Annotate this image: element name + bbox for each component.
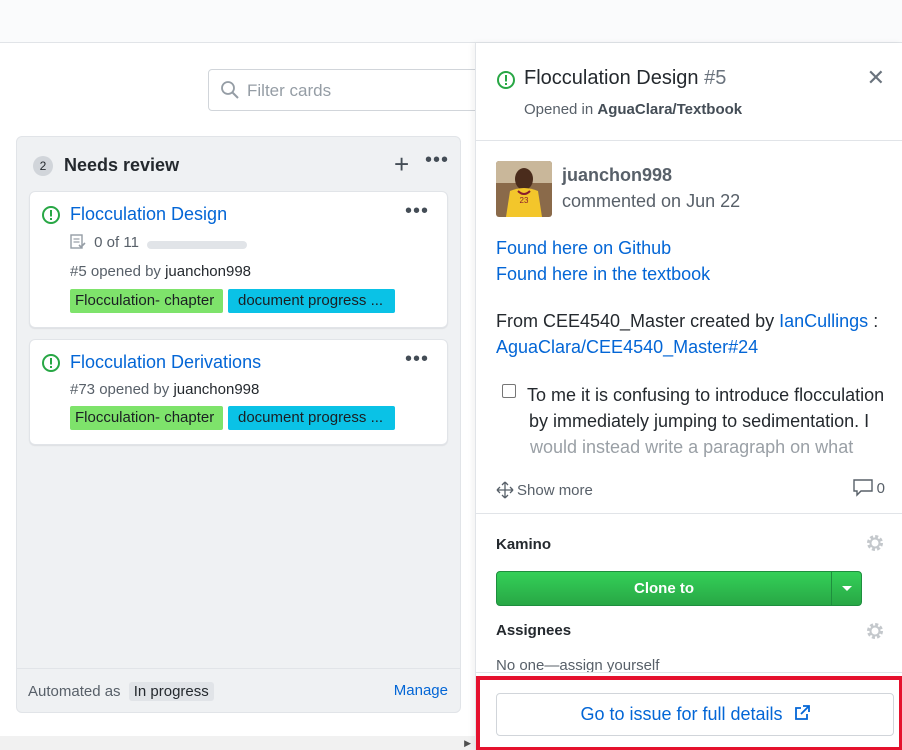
card-meta: #5 opened by juanchon998 bbox=[70, 263, 251, 280]
reference-link[interactable]: AguaClara/CEE4540_Master#24 bbox=[496, 337, 758, 358]
gear-icon[interactable] bbox=[865, 621, 885, 641]
meta-prefix: #73 opened by bbox=[70, 381, 174, 398]
label-flocculation-chapter[interactable]: Flocculation- chapter bbox=[70, 289, 223, 313]
checklist-icon bbox=[70, 234, 86, 249]
card-title-link[interactable]: Flocculation Derivations bbox=[70, 352, 261, 373]
card-menu-icon[interactable]: ••• bbox=[405, 348, 429, 371]
card-labels: Flocculation- chapter document progress … bbox=[70, 406, 395, 430]
progress-bar bbox=[147, 241, 247, 249]
issue-card[interactable]: Flocculation Design ••• 0 of 11 #5 opene… bbox=[29, 191, 448, 328]
plus-icon[interactable]: + bbox=[394, 151, 409, 177]
opened-prefix: Opened in bbox=[524, 101, 598, 118]
task-text: To me it is confusing to introduce flocc… bbox=[527, 382, 887, 460]
comment-icon bbox=[852, 479, 873, 497]
opened-in: Opened in AguaClara/Textbook bbox=[524, 101, 742, 118]
comment-author[interactable]: juanchon998 bbox=[562, 165, 672, 186]
card-labels: Flocculation- chapter document progress … bbox=[70, 289, 395, 313]
filter-cards-input[interactable] bbox=[247, 78, 497, 104]
clone-to-button[interactable]: Clone to bbox=[497, 572, 831, 605]
task-line-faded: would instead write a paragraph on what bbox=[530, 437, 854, 457]
card-menu-icon[interactable]: ••• bbox=[405, 200, 429, 223]
divider bbox=[476, 513, 902, 514]
column-title: Needs review bbox=[64, 155, 180, 175]
avatar[interactable]: 23 bbox=[496, 161, 552, 217]
gear-icon[interactable] bbox=[865, 533, 885, 553]
assignees-title: Assignees bbox=[496, 622, 572, 639]
author-link[interactable]: juanchon998 bbox=[165, 263, 251, 280]
clone-dropdown-button[interactable] bbox=[832, 572, 862, 605]
author-link[interactable]: juanchon998 bbox=[173, 381, 259, 398]
external-link-icon bbox=[794, 705, 810, 720]
textbook-link[interactable]: Found here in the textbook bbox=[496, 264, 710, 285]
top-bar bbox=[0, 0, 902, 43]
go-to-issue-button[interactable]: Go to issue for full details bbox=[496, 693, 894, 736]
column-footer: Automated as In progress Manage bbox=[17, 668, 460, 712]
show-more-label: Show more bbox=[517, 482, 593, 499]
from-user-link[interactable]: IanCullings bbox=[779, 311, 868, 331]
github-link[interactable]: Found here on Github bbox=[496, 238, 671, 259]
automation-chip: In progress bbox=[128, 682, 214, 701]
task-checkbox[interactable] bbox=[502, 384, 516, 398]
card-meta: #73 opened by juanchon998 bbox=[70, 381, 259, 398]
column-count-badge: 2 bbox=[33, 156, 53, 176]
progress-text: 0 of 11 bbox=[94, 234, 139, 251]
kamino-title: Kamino bbox=[496, 536, 552, 553]
card-title-link[interactable]: Flocculation Design bbox=[70, 204, 227, 225]
label-document-progress[interactable]: document progress ... bbox=[228, 289, 395, 313]
svg-text:23: 23 bbox=[520, 196, 529, 205]
issue-details-panel: Flocculation Design #5 ✕ Opened in AguaC… bbox=[475, 43, 902, 750]
panel-title: Flocculation Design #5 bbox=[524, 67, 726, 90]
panel-footer: Go to issue for full details bbox=[476, 672, 902, 750]
issue-number: #5 bbox=[704, 67, 727, 89]
column-header: 2 Needs review + ••• bbox=[17, 137, 460, 191]
clone-to-button-group: Clone to bbox=[496, 571, 862, 606]
unfold-icon bbox=[496, 481, 514, 499]
avatar-image: 23 bbox=[496, 161, 552, 217]
scroll-right-arrow-icon[interactable]: ▶ bbox=[464, 738, 471, 749]
automated-prefix: Automated as bbox=[28, 683, 121, 700]
label-document-progress[interactable]: document progress ... bbox=[228, 406, 395, 430]
open-issue-icon bbox=[42, 206, 60, 224]
needs-review-column: 2 Needs review + ••• Flocculation Design… bbox=[16, 136, 461, 713]
chevron-down-icon bbox=[842, 586, 852, 591]
comment-count-value: 0 bbox=[876, 480, 885, 497]
issue-title: Flocculation Design bbox=[524, 67, 699, 89]
close-icon[interactable]: ✕ bbox=[867, 65, 885, 91]
open-issue-icon bbox=[42, 354, 60, 372]
go-to-issue-label: Go to issue for full details bbox=[580, 704, 783, 724]
open-issue-icon bbox=[497, 71, 515, 89]
task-line: To me it is confusing to introduce flocc… bbox=[527, 385, 885, 405]
show-more-button[interactable]: Show more bbox=[496, 481, 593, 499]
horizontal-scrollbar[interactable]: ▶ bbox=[0, 736, 475, 750]
search-icon bbox=[221, 81, 239, 99]
from-text: From CEE4540_Master created by IanCullin… bbox=[496, 311, 878, 332]
kebab-icon[interactable]: ••• bbox=[425, 149, 449, 172]
label-flocculation-chapter[interactable]: Flocculation- chapter bbox=[70, 406, 223, 430]
comment-count: 0 bbox=[852, 479, 885, 497]
automation-status: Automated as In progress bbox=[28, 682, 214, 701]
divider bbox=[476, 140, 902, 141]
comment-date: commented on Jun 22 bbox=[562, 191, 741, 211]
filter-cards-input-wrapper[interactable] bbox=[208, 69, 508, 111]
task-progress: 0 of 11 bbox=[70, 234, 247, 254]
task-line: by immediately jumping to sedimentation.… bbox=[529, 411, 870, 431]
manage-link[interactable]: Manage bbox=[394, 682, 448, 699]
issue-card[interactable]: Flocculation Derivations ••• #73 opened … bbox=[29, 339, 448, 445]
repo-name[interactable]: AguaClara/Textbook bbox=[597, 101, 742, 118]
from-sep: : bbox=[868, 311, 879, 331]
from-prefix: From CEE4540_Master created by bbox=[496, 311, 780, 331]
meta-prefix: #5 opened by bbox=[70, 263, 166, 280]
